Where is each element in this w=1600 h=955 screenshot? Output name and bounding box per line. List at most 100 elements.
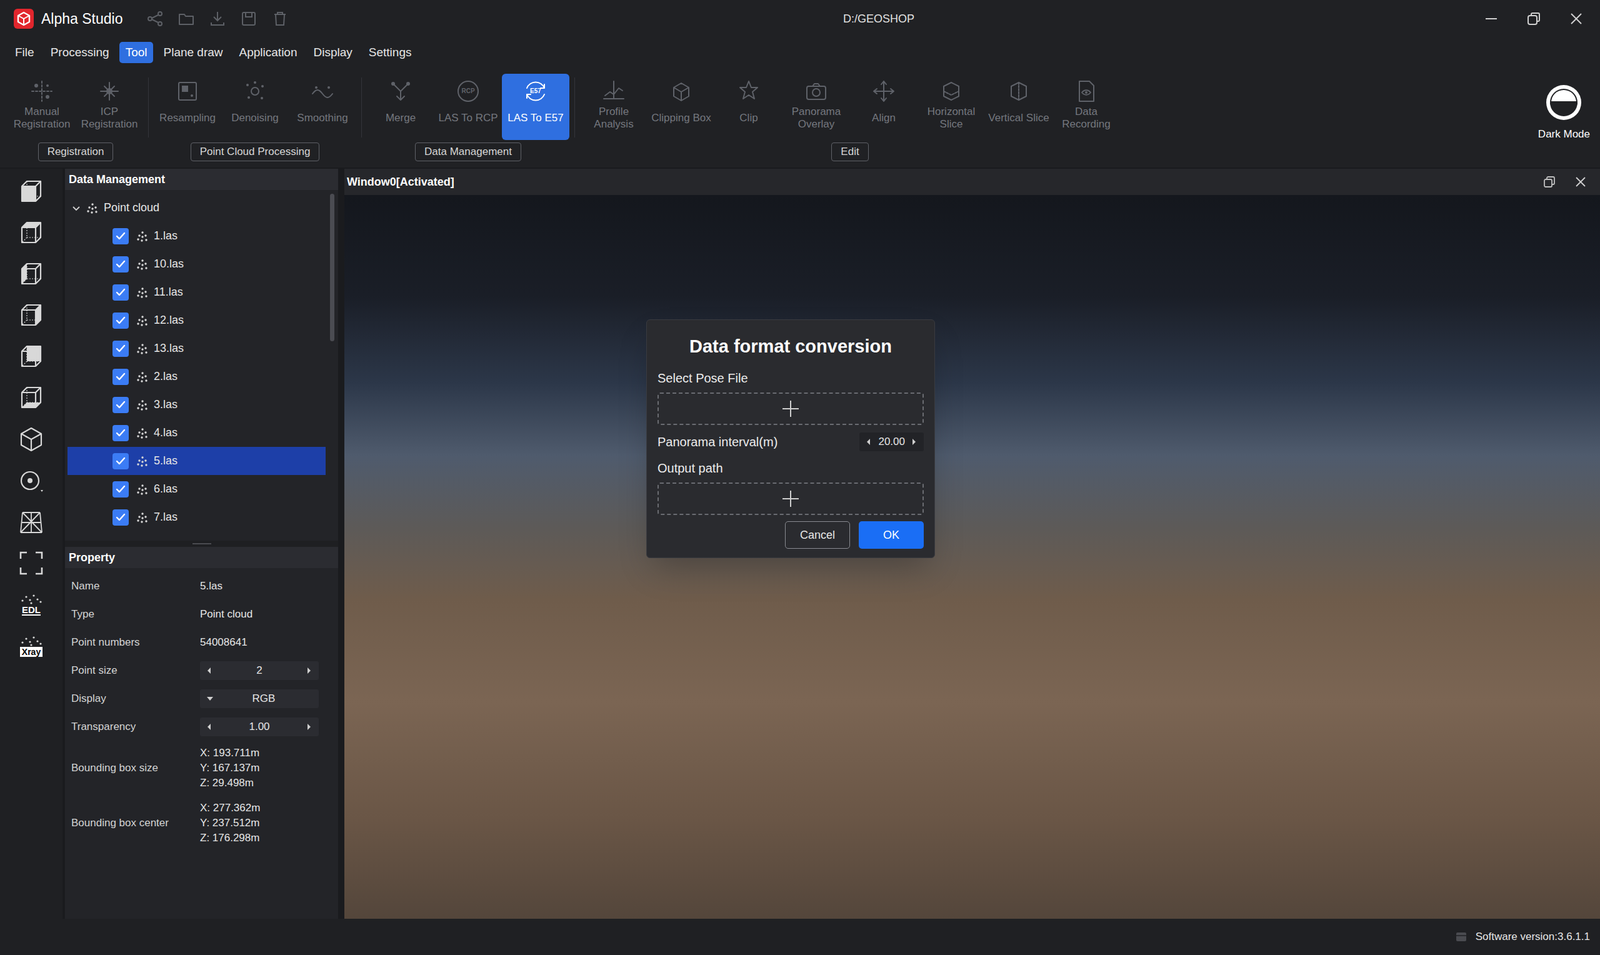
menu-item[interactable]: Settings [362, 41, 419, 64]
item-checkbox[interactable] [112, 368, 129, 385]
interval-value[interactable]: 20.00 [878, 433, 905, 450]
cube-bottom-view-icon [16, 383, 46, 413]
menu-item[interactable]: Display [307, 41, 359, 64]
menu-item[interactable]: Plane draw [156, 41, 229, 64]
tool-button[interactable]: Panorama Overlay [782, 73, 850, 140]
item-checkbox[interactable] [112, 284, 129, 301]
menu-item[interactable]: Processing [44, 41, 116, 64]
tool-button[interactable]: Vertical Slice [985, 73, 1053, 140]
item-checkbox[interactable] [112, 340, 129, 357]
tool-button[interactable]: E57LAS To E57 [501, 73, 570, 140]
property-value: 54008641 [200, 635, 248, 650]
view-toggle[interactable]: EDL [16, 590, 46, 619]
view-button[interactable] [16, 218, 46, 248]
view-button[interactable] [16, 466, 46, 495]
interval-stepper[interactable]: 20.00 [859, 432, 924, 452]
tree-item[interactable]: 11.las [67, 278, 326, 307]
tool-button[interactable]: Horizontal Slice [917, 73, 985, 140]
panel-splitter[interactable] [65, 540, 339, 547]
property-label: Name [65, 578, 200, 595]
file-picker[interactable] [657, 392, 924, 425]
tool-button[interactable]: Data Recording [1052, 73, 1120, 140]
tree-item[interactable]: 5.las [67, 446, 326, 475]
property-dropdown[interactable]: RGB [200, 689, 319, 709]
tool-button[interactable]: Merge [366, 73, 435, 140]
point-cloud-icon [136, 230, 149, 243]
tool-icon [96, 78, 122, 104]
view-button[interactable] [16, 383, 46, 413]
scroll-thumb[interactable] [330, 193, 335, 342]
stepper-value[interactable]: 2 [256, 662, 262, 679]
view-button[interactable] [16, 425, 46, 454]
tree-item[interactable]: 1.las [67, 221, 326, 250]
check-icon [114, 314, 127, 327]
view-button[interactable] [16, 342, 46, 372]
tool-label: LAS To E57 [507, 111, 564, 125]
property-label: Bounding box size [65, 760, 200, 777]
tool-button[interactable]: Denoising [221, 73, 289, 140]
item-checkbox[interactable] [112, 228, 129, 245]
tree-item[interactable]: 4.las [67, 418, 326, 447]
item-checkbox[interactable] [112, 425, 129, 442]
stepper-value[interactable]: 1.00 [248, 718, 270, 735]
tool-button[interactable]: Clipping Box [647, 73, 715, 140]
view-toggle[interactable]: Xray [16, 631, 46, 660]
minimize-button[interactable] [1470, 0, 1513, 38]
view-button[interactable] [16, 301, 46, 330]
toolbar-group: Profile AnalysisClipping BoxClipPanorama… [580, 73, 1120, 162]
tool-button[interactable]: Smoothing [288, 73, 357, 140]
property-value: Point cloud [200, 606, 253, 622]
view-button[interactable] [16, 177, 46, 207]
cancel-button[interactable]: Cancel [785, 521, 850, 549]
panel-header: Property [65, 546, 339, 569]
tree-item[interactable]: 6.las [67, 475, 326, 504]
restore-button[interactable] [1512, 0, 1555, 38]
close-button[interactable] [1555, 0, 1598, 38]
tree-scrollbar[interactable] [330, 193, 335, 537]
dark-mode-icon [1543, 82, 1584, 123]
download-icon [208, 10, 227, 28]
viewport-restore-button[interactable] [1532, 168, 1567, 195]
menu-item[interactable]: Application [233, 41, 304, 64]
property-row: Transparency1.00 [65, 712, 339, 741]
tool-button[interactable]: Resampling [153, 73, 222, 140]
tree-item[interactable]: 7.las [67, 503, 326, 532]
item-checkbox[interactable] [112, 453, 129, 470]
tool-button[interactable]: Profile Analysis [580, 73, 648, 140]
tree-item[interactable]: 13.las [67, 334, 326, 363]
tool-button[interactable]: Manual Registration [8, 73, 76, 140]
tool-button[interactable]: ICP Registration [75, 73, 144, 140]
tool-label: Merge [385, 111, 416, 125]
ok-button[interactable]: OK [858, 521, 924, 549]
view-button[interactable] [16, 507, 46, 537]
tree-item[interactable]: 2.las [67, 362, 326, 391]
tree-root[interactable]: Point cloud [65, 193, 339, 222]
view-button[interactable] [16, 548, 46, 578]
tool-button[interactable]: Align [850, 73, 918, 140]
item-checkbox[interactable] [112, 481, 129, 498]
viewport-header: Window0[Activated] [344, 168, 1600, 195]
tree-item[interactable]: 3.las [67, 390, 326, 419]
viewport-close-button[interactable] [1566, 168, 1595, 195]
viewport-canvas[interactable]: Data format conversionSelect Pose FilePa… [344, 195, 1600, 919]
tool-button[interactable]: Clip [715, 73, 783, 140]
menu-item[interactable]: File [8, 41, 41, 64]
property-stepper[interactable]: 2 [200, 661, 319, 680]
tool-icon [668, 78, 694, 104]
tree-item[interactable]: 12.las [67, 306, 326, 335]
property-stepper[interactable]: 1.00 [200, 717, 319, 737]
increase-icon [910, 436, 919, 447]
tool-label-box: Denoising [221, 103, 289, 133]
view-button[interactable] [16, 260, 46, 289]
tree-item[interactable]: 10.las [67, 250, 326, 279]
menu-item[interactable]: Tool [119, 41, 154, 64]
tool-button[interactable]: RCPLAS To RCP [434, 73, 502, 140]
dark-mode-toggle[interactable]: Dark Mode [1538, 73, 1590, 143]
file-picker[interactable] [657, 482, 924, 515]
item-checkbox[interactable] [112, 509, 129, 526]
tool-icon-wrap [668, 78, 694, 104]
item-checkbox[interactable] [112, 396, 129, 414]
item-checkbox[interactable] [112, 312, 129, 329]
item-checkbox[interactable] [112, 256, 129, 273]
point-cloud-view[interactable] [344, 195, 1600, 919]
